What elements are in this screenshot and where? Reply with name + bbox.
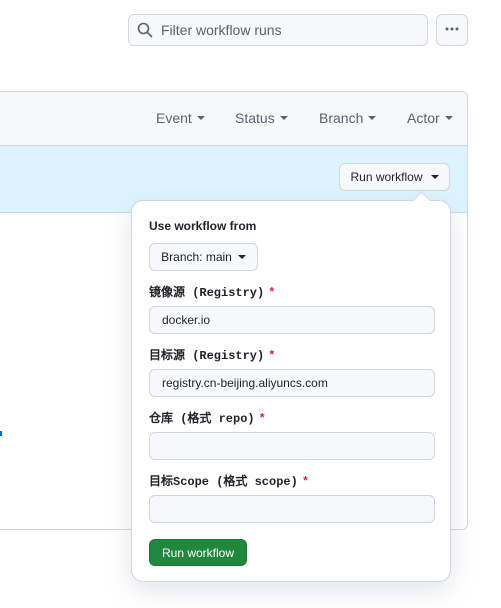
chevron-down-icon xyxy=(279,116,288,120)
branch-filter-label: Branch xyxy=(319,110,364,126)
run-workflow-toggle-label: Run workflow xyxy=(350,170,423,184)
use-workflow-from-heading: Use workflow from xyxy=(149,219,257,233)
run-workflow-submit-button[interactable]: Run workflow xyxy=(149,539,247,566)
status-filter-label: Status xyxy=(235,110,275,126)
more-options-button[interactable] xyxy=(436,14,468,46)
chevron-down-icon xyxy=(444,116,453,120)
actor-filter-label: Actor xyxy=(407,110,440,126)
input-label-repo: 仓库 (格式 repo) * xyxy=(149,412,266,426)
row-indicator xyxy=(0,431,2,436)
search-icon xyxy=(137,22,153,38)
target-registry-input[interactable]: registry.cn-beijing.aliyuncs.com xyxy=(149,369,435,397)
filter-bar: Event Status Branch Actor xyxy=(0,92,467,146)
branch-filter[interactable]: Branch xyxy=(319,110,377,126)
filter-runs-search[interactable] xyxy=(128,14,428,46)
source-registry-input[interactable]: docker.io xyxy=(149,306,435,334)
branch-select-button[interactable]: Branch: main xyxy=(149,243,258,271)
chevron-down-icon xyxy=(196,116,205,120)
chevron-down-icon xyxy=(237,255,246,259)
input-label-target-registry: 目标源 (Registry) * xyxy=(149,349,276,363)
branch-select-label: Branch: main xyxy=(161,250,232,264)
status-filter[interactable]: Status xyxy=(235,110,288,126)
input-label-target-scope: 目标Scope (格式 scope) * xyxy=(149,475,310,489)
chevron-down-icon xyxy=(430,175,439,179)
search-input[interactable] xyxy=(161,22,411,38)
repo-input[interactable] xyxy=(149,432,435,460)
run-workflow-dropdown: Use workflow from Branch: main 镜像源 (Regi… xyxy=(131,200,451,582)
actor-filter[interactable]: Actor xyxy=(407,110,453,126)
target-scope-input[interactable] xyxy=(149,495,435,523)
run-workflow-toggle-button[interactable]: Run workflow xyxy=(339,163,450,191)
input-label-source-registry: 镜像源 (Registry) * xyxy=(149,286,276,300)
event-filter[interactable]: Event xyxy=(156,110,205,126)
kebab-horizontal-icon xyxy=(444,21,460,40)
chevron-down-icon xyxy=(368,116,377,120)
event-filter-label: Event xyxy=(156,110,192,126)
